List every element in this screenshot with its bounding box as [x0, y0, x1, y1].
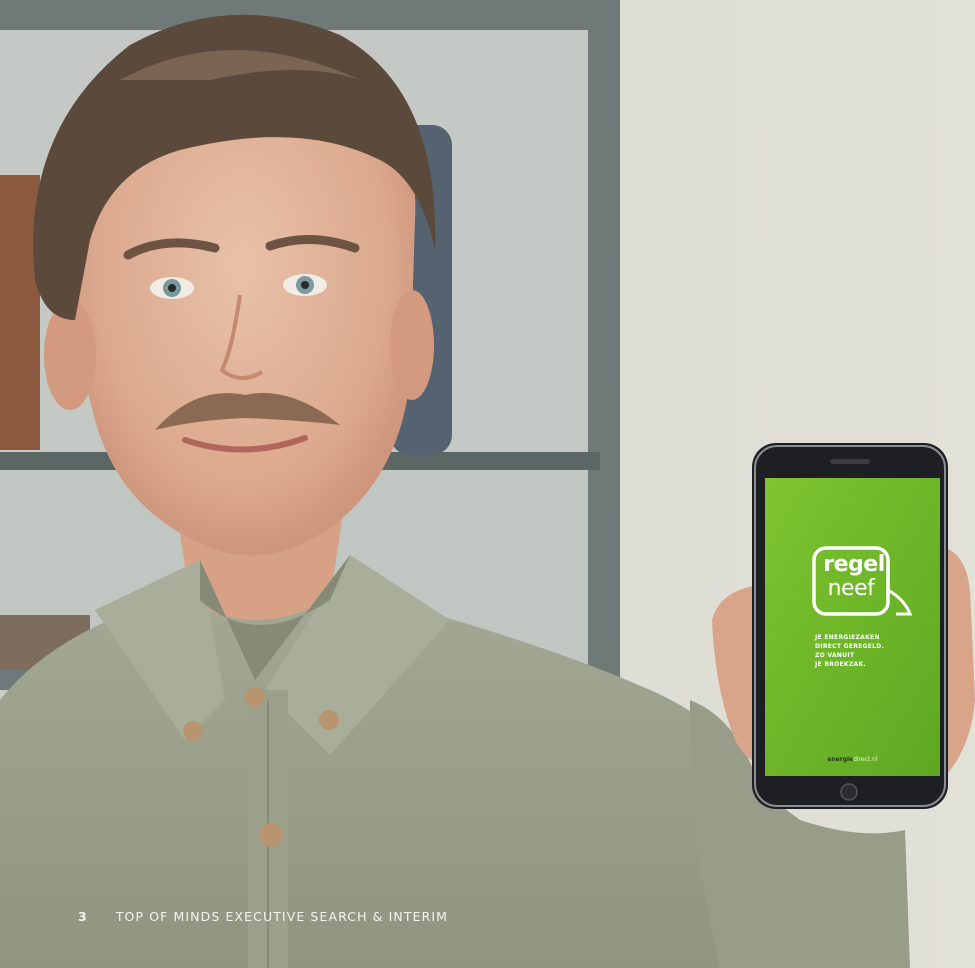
tagline-line: JE ENERGIEZAKEN — [815, 634, 880, 641]
phone-screen: regel neef JE ENERGIEZAKEN DIRECT GEREGE… — [765, 478, 940, 776]
page-number: 3 — [78, 908, 88, 924]
tagline-line: ZO VANUIT — [815, 652, 855, 659]
app-tagline: JE ENERGIEZAKEN DIRECT GEREGELD. ZO VANU… — [815, 633, 884, 669]
app-logo-regel: regel — [823, 552, 885, 577]
page-footer: 3 TOP OF MINDS EXECUTIVE SEARCH & INTERI… — [78, 907, 448, 925]
tagline-line: JE BROEKZAK. — [815, 661, 866, 668]
brand-part1: energie — [827, 756, 854, 763]
tagline-line: DIRECT GEREGELD. — [815, 643, 885, 650]
company-name: TOP OF MINDS EXECUTIVE SEARCH & INTERIM — [115, 908, 449, 924]
brand-part2: direct.nl — [853, 756, 878, 763]
brand-footer: energiedirect.nl — [765, 756, 940, 763]
app-logo-neef: neef — [827, 576, 875, 601]
